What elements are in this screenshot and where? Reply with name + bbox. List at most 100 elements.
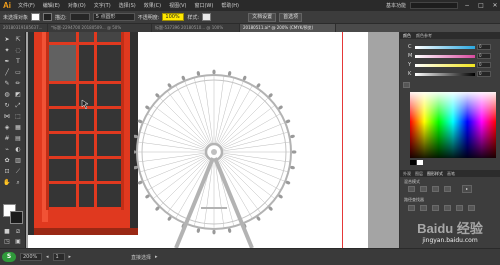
tab-color[interactable]: 颜色 — [403, 32, 411, 39]
minimize-button[interactable]: − — [462, 0, 472, 11]
brush-profile-select[interactable]: 5 点圆形 — [92, 13, 135, 21]
stroke-color-swatch[interactable] — [43, 13, 53, 21]
document-tab[interactable]: 20180319185637... — [0, 24, 48, 32]
workspace-switcher[interactable]: 基本功能 — [386, 2, 406, 9]
type-tool-icon[interactable]: T — [13, 58, 23, 66]
phone-box-artwork[interactable] — [28, 32, 138, 235]
search-input[interactable] — [410, 2, 458, 9]
stroke-swatch[interactable] — [10, 211, 23, 224]
eyedropper-icon[interactable]: ⌁ — [2, 146, 12, 154]
menu-file[interactable]: 文件(F) — [14, 2, 39, 9]
document-setup-button[interactable]: 文档设置 — [248, 12, 277, 22]
swatch-black[interactable] — [410, 160, 416, 165]
pen-tool-icon[interactable]: ✒ — [2, 58, 12, 66]
pathfinder-crop-icon[interactable] — [444, 205, 451, 211]
tab-color-guide[interactable]: 颜色参考 — [416, 32, 432, 39]
tab-appearance[interactable]: 外观 — [403, 170, 411, 177]
shape-mode-intersect-icon[interactable] — [432, 186, 439, 192]
line-tool-icon[interactable]: ╱ — [2, 69, 12, 77]
direct-selection-tool-icon[interactable]: ⇱ — [13, 36, 23, 44]
lasso-tool-icon[interactable]: ◌ — [13, 47, 23, 55]
pathfinder-trim-icon[interactable] — [420, 205, 427, 211]
pathfinder-minus-back-icon[interactable] — [468, 205, 475, 211]
shape-mode-exclude-icon[interactable] — [444, 186, 451, 192]
canvas-area[interactable] — [26, 32, 399, 248]
status-menu-icon[interactable]: ▸ — [155, 254, 158, 260]
symbol-sprayer-icon[interactable]: ✿ — [2, 157, 12, 165]
mesh-tool-icon[interactable]: # — [2, 135, 12, 143]
graphic-style-swatch[interactable] — [202, 13, 212, 21]
tab-layers[interactable]: 图层 — [415, 170, 423, 177]
slice-tool-icon[interactable]: ⟋ — [13, 168, 23, 176]
paintbrush-tool-icon[interactable]: ✎ — [2, 80, 12, 88]
y-value-field[interactable]: 0 — [477, 62, 491, 68]
magic-wand-icon[interactable]: ✦ — [2, 47, 12, 55]
none-mode-icon[interactable]: ⧄ — [13, 228, 23, 236]
slider-k[interactable]: K 0 — [408, 71, 498, 77]
document-tab[interactable]: 标题-537396 20180510... @ 100% — [152, 24, 240, 32]
zoom-tool-icon[interactable]: ⌕ — [13, 179, 23, 187]
tab-graphic-styles[interactable]: 图形样式 — [427, 170, 443, 177]
shape-mode-unite-icon[interactable] — [408, 186, 415, 192]
k-slider-track[interactable] — [415, 72, 475, 76]
artboard-number-field[interactable]: 1 — [52, 253, 65, 261]
artboard-tool-icon[interactable]: ⊡ — [2, 168, 12, 176]
k-value-field[interactable]: 0 — [477, 71, 491, 77]
pathfinder-merge-icon[interactable] — [432, 205, 439, 211]
opacity-field[interactable]: 100% — [162, 13, 185, 21]
slider-y[interactable]: Y 0 — [408, 62, 498, 68]
y-slider-track[interactable] — [415, 63, 475, 67]
maximize-button[interactable]: □ — [476, 0, 486, 11]
rectangle-tool-icon[interactable]: ▭ — [13, 69, 23, 77]
fill-color-swatch[interactable] — [31, 13, 41, 21]
m-slider-track[interactable] — [415, 54, 475, 58]
zoom-field[interactable]: 200% — [20, 253, 42, 261]
rotate-tool-icon[interactable]: ↻ — [2, 102, 12, 110]
selection-tool-icon[interactable]: ➤ — [2, 36, 12, 44]
swatch-white[interactable] — [417, 160, 423, 165]
pathfinder-outline-icon[interactable] — [456, 205, 463, 211]
slider-m[interactable]: M 0 — [408, 53, 498, 59]
menu-object[interactable]: 对象(O) — [64, 2, 90, 9]
gradient-tool-icon[interactable]: ▤ — [13, 135, 23, 143]
eraser-tool-icon[interactable]: ◩ — [13, 91, 23, 99]
graph-tool-icon[interactable]: ▥ — [13, 157, 23, 165]
screen-mode-icon[interactable]: ▣ — [13, 238, 23, 246]
ferris-wheel-artwork[interactable] — [134, 48, 334, 248]
c-value-field[interactable]: 0 — [477, 44, 491, 50]
preferences-button[interactable]: 首选项 — [279, 12, 303, 22]
color-spectrum[interactable] — [410, 92, 496, 158]
pathfinder-divide-icon[interactable] — [408, 205, 415, 211]
document-tab[interactable]: *标题-2294700 20180509... @ 50% — [48, 24, 152, 32]
m-value-field[interactable]: 0 — [477, 53, 491, 59]
document-tab-active[interactable]: 20180511.ai* @ 200% (CMYK/预览) — [240, 24, 336, 32]
perspective-grid-icon[interactable]: ▦ — [13, 124, 23, 132]
close-button[interactable]: ✕ — [490, 0, 500, 11]
free-transform-icon[interactable]: ⬚ — [13, 113, 23, 121]
menu-help[interactable]: 帮助(H) — [217, 2, 243, 9]
next-artboard-icon[interactable]: ▸ — [69, 254, 72, 260]
c-slider-track[interactable] — [415, 45, 475, 49]
blend-tool-icon[interactable]: ◐ — [13, 146, 23, 154]
prev-artboard-icon[interactable]: ◂ — [46, 254, 49, 260]
expand-button[interactable]: ▸ — [462, 185, 473, 193]
blob-brush-icon[interactable]: ◍ — [2, 91, 12, 99]
slider-c[interactable]: C 0 — [408, 44, 498, 50]
menu-select[interactable]: 选择(S) — [115, 2, 140, 9]
menu-type[interactable]: 文字(T) — [90, 2, 115, 9]
width-tool-icon[interactable]: ⋈ — [2, 113, 12, 121]
tab-brushes[interactable]: 画笔 — [447, 170, 455, 177]
draw-mode-icon[interactable]: ◳ — [2, 238, 12, 246]
menu-edit[interactable]: 编辑(E) — [39, 2, 64, 9]
shape-mode-minus-icon[interactable] — [420, 186, 427, 192]
menu-window[interactable]: 窗口(W) — [190, 2, 217, 9]
shape-builder-icon[interactable]: ◈ — [2, 124, 12, 132]
pencil-tool-icon[interactable]: ✏ — [13, 80, 23, 88]
menu-view[interactable]: 视图(V) — [165, 2, 190, 9]
none-color-icon[interactable] — [403, 82, 410, 88]
scale-tool-icon[interactable]: ⤢ — [13, 102, 23, 110]
stroke-weight-field[interactable] — [69, 13, 90, 21]
menu-effect[interactable]: 效果(C) — [140, 2, 165, 9]
hand-tool-icon[interactable]: ✋ — [2, 179, 12, 187]
color-mode-icon[interactable]: ■ — [2, 228, 12, 236]
